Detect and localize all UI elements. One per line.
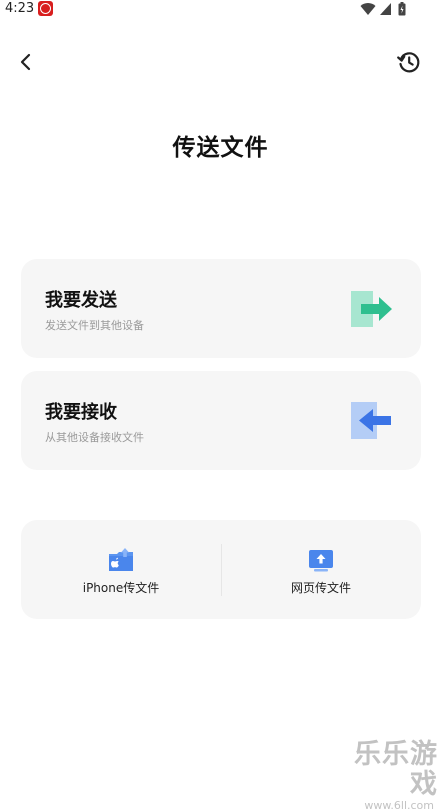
page-title: 传送文件 — [172, 135, 269, 161]
iphone-folder-icon — [109, 548, 133, 571]
send-arrow-icon — [351, 291, 392, 327]
status-time: 4:23 — [5, 1, 35, 16]
notification-icon — [38, 1, 53, 16]
wifi-icon — [360, 3, 376, 16]
receive-card[interactable]: 我要接收 从其他设备接收文件 — [21, 371, 421, 470]
web-transfer-label: 网页传文件 — [290, 581, 351, 595]
receive-card-title: 我要接收 — [45, 402, 117, 423]
watermark-text: 乐乐游戏 — [354, 739, 438, 800]
web-upload-icon — [309, 550, 333, 572]
receive-card-subtitle: 从其他设备接收文件 — [45, 431, 144, 444]
receive-arrow-icon — [351, 402, 391, 439]
signal-icon — [380, 3, 391, 15]
chevron-left-icon[interactable] — [14, 50, 38, 74]
iphone-transfer-label: iPhone传文件 — [82, 581, 160, 595]
send-card-subtitle: 发送文件到其他设备 — [45, 319, 144, 332]
send-card[interactable]: 我要发送 发送文件到其他设备 — [21, 259, 421, 358]
web-transfer-option[interactable]: 网页传文件 — [221, 520, 421, 619]
battery-icon — [398, 2, 406, 16]
send-card-title: 我要发送 — [45, 290, 117, 311]
iphone-transfer-option[interactable]: iPhone传文件 — [21, 520, 221, 619]
bottom-options-panel: iPhone传文件 网页传文件 — [21, 520, 421, 619]
watermark: 乐乐游戏 www.6ll.com — [330, 740, 438, 812]
status-bar: 4:23 — [0, 0, 441, 18]
history-icon[interactable] — [396, 49, 422, 75]
watermark-url: www.6ll.com — [364, 799, 434, 812]
